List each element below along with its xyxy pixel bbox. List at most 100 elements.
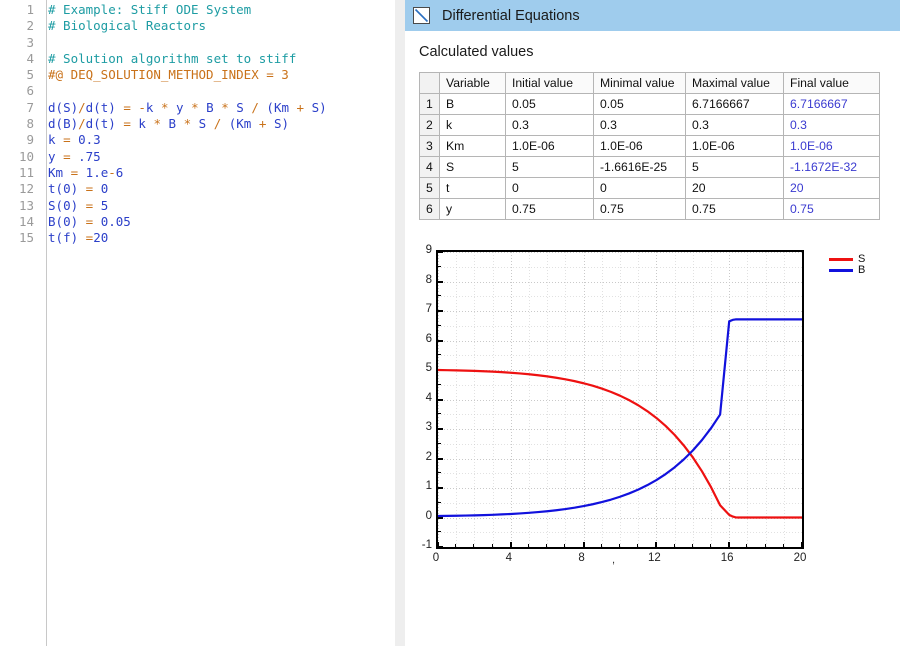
x-axis-label: 4 — [505, 552, 512, 564]
y-axis-label: 3 — [425, 421, 432, 433]
axis-stray-mark: , — [612, 554, 616, 566]
y-axis-label: 1 — [425, 480, 432, 492]
series-line-b — [438, 318, 802, 518]
results-header: Differential Equations — [405, 0, 900, 31]
code-line[interactable]: y = .75 — [48, 149, 327, 165]
cell-initial-value: 0.3 — [505, 114, 594, 136]
code-line[interactable]: # Example: Stiff ODE System — [48, 2, 327, 18]
legend-swatch-b — [829, 269, 853, 272]
code-line[interactable] — [48, 35, 327, 51]
code-line[interactable]: Km = 1.e-6 — [48, 165, 327, 181]
results-header-title: Differential Equations — [442, 7, 580, 24]
cell-minimal-value: 0 — [593, 177, 686, 199]
grid-line-horizontal — [438, 547, 802, 548]
cell-minimal-value: 0.75 — [593, 198, 686, 220]
col-initial-value: Initial value — [505, 72, 594, 94]
line-number-gutter: 1 2 3 4 5 6 7 8 9 10 11 12 13 14 15 — [0, 2, 40, 246]
table-row[interactable]: 4 S 5 -1.6616E-25 5 -1.1672E-32 — [419, 156, 880, 178]
cell-maximal-value: 1.0E-06 — [685, 135, 784, 157]
cell-initial-value: 0.05 — [505, 93, 594, 115]
cell-initial-value: 5 — [505, 156, 594, 178]
line-number: 9 — [26, 132, 34, 148]
col-minimal-value: Minimal value — [593, 72, 686, 94]
col-variable: Variable — [439, 72, 506, 94]
cell-initial-value: 0.75 — [505, 198, 594, 220]
y-axis-label: 9 — [425, 244, 432, 256]
x-axis-label: 0 — [432, 552, 440, 564]
x-axis-label: 12 — [647, 552, 661, 564]
legend-label-b: B — [858, 264, 866, 276]
cell-final-value: 0.3 — [783, 114, 880, 136]
table-row[interactable]: 3 Km 1.0E-06 1.0E-06 1.0E-06 1.0E-06 — [419, 135, 880, 157]
cell-variable: Km — [439, 135, 506, 157]
row-index: 2 — [419, 114, 440, 136]
code-editor-pane[interactable]: 1 2 3 4 5 6 7 8 9 10 11 12 13 14 15 # Example: Stiff O… — [0, 0, 395, 646]
code-text[interactable]: # Example: Stiff ODE System # Biological … — [40, 2, 327, 246]
deq-solver-window: 1 2 3 4 5 6 7 8 9 10 11 12 13 14 15 # Example: Stiff O… — [0, 0, 900, 646]
row-index: 6 — [419, 198, 440, 220]
pane-splitter[interactable] — [395, 0, 405, 646]
y-axis-label: 4 — [425, 391, 432, 404]
x-axis-label: 16 — [720, 552, 734, 564]
y-axis-label: 2 — [425, 450, 432, 463]
line-number: 1 — [26, 2, 34, 17]
table-row[interactable]: 5 t 0 0 20 20 — [419, 177, 880, 199]
code-line[interactable]: d(S)/d(t) = -k * y * B * S / (Km + S) — [48, 100, 327, 116]
cell-variable: S — [439, 156, 506, 178]
code-line[interactable]: t(f) =20 — [48, 230, 327, 246]
chart-legend: S B — [829, 254, 887, 276]
cell-initial-value: 1.0E-06 — [505, 135, 594, 157]
row-index: 4 — [419, 156, 440, 178]
code-line[interactable]: d(B)/d(t) = k * B * S / (Km + S) — [48, 116, 327, 132]
code-line[interactable]: # Biological Reactors — [48, 18, 327, 34]
line-chart-icon-glyph — [414, 8, 429, 23]
code-area[interactable]: 1 2 3 4 5 6 7 8 9 10 11 12 13 14 15 # Example: Stiff O… — [0, 0, 395, 246]
y-axis-label: 8 — [425, 273, 432, 286]
curves — [438, 318, 802, 519]
cell-final-value: -1.1672E-32 — [783, 156, 880, 178]
code-line[interactable]: #@ DEQ_SOLUTION_METHOD_INDEX = 3 — [48, 67, 327, 83]
row-index: 5 — [419, 177, 440, 199]
table-row[interactable]: 1 B 0.05 0.05 6.7166667 6.7166667 — [419, 93, 880, 115]
y-axis-label: 5 — [425, 362, 432, 374]
table-header: Variable Initial value Minimal value Max… — [419, 72, 880, 94]
calculated-values-heading: Calculated values — [419, 44, 534, 60]
line-number: 10 — [18, 148, 34, 164]
line-number: 2 — [26, 18, 34, 34]
code-line[interactable]: B(0) = 0.05 — [48, 214, 327, 230]
code-line[interactable]: S(0) = 5 — [48, 198, 327, 214]
code-line[interactable]: # Solution algorithm set to stiff — [48, 51, 327, 67]
line-number: 6 — [26, 83, 34, 99]
calculated-values-table: Variable Initial value Minimal value Max… — [419, 72, 880, 220]
row-index: 1 — [419, 93, 440, 115]
cell-maximal-value: 20 — [685, 177, 784, 199]
code-line[interactable]: k = 0.3 — [48, 132, 327, 148]
line-number: 14 — [18, 213, 34, 229]
line-number: 11 — [18, 164, 34, 180]
grid-line-vertical — [802, 252, 803, 547]
code-line[interactable] — [48, 83, 327, 99]
line-number: 15 — [18, 230, 34, 246]
results-chart: -1 0 1 2 3 4 5 6 7 8 9 0 4 8 12 16 20 , S B — [419, 242, 889, 572]
line-number: 4 — [26, 50, 34, 66]
table-row[interactable]: 6 y 0.75 0.75 0.75 0.75 — [419, 198, 880, 220]
col-maximal-value: Maximal value — [685, 72, 784, 94]
cell-final-value: 6.7166667 — [783, 93, 880, 115]
cell-variable: y — [439, 198, 506, 220]
col-index — [419, 72, 440, 94]
cell-maximal-value: 6.7166667 — [685, 93, 784, 115]
line-number: 12 — [18, 181, 34, 197]
cell-initial-value: 0 — [505, 177, 594, 199]
x-axis-label: 8 — [578, 552, 585, 564]
line-number: 13 — [18, 197, 34, 213]
y-axis-label: -1 — [421, 539, 432, 551]
cell-maximal-value: 5 — [685, 156, 784, 178]
table-row[interactable]: 2 k 0.3 0.3 0.3 0.3 — [419, 114, 880, 136]
y-axis-label: 0 — [425, 509, 432, 522]
x-axis-label: 20 — [793, 552, 807, 564]
code-line[interactable]: t(0) = 0 — [48, 181, 327, 197]
cell-final-value: 1.0E-06 — [783, 135, 880, 157]
table-body: 1 B 0.05 0.05 6.7166667 6.7166667 2 k 0.3 0.3 0.3 0… — [419, 93, 880, 220]
cell-final-value: 0.75 — [783, 198, 880, 220]
line-number: 3 — [26, 34, 34, 50]
